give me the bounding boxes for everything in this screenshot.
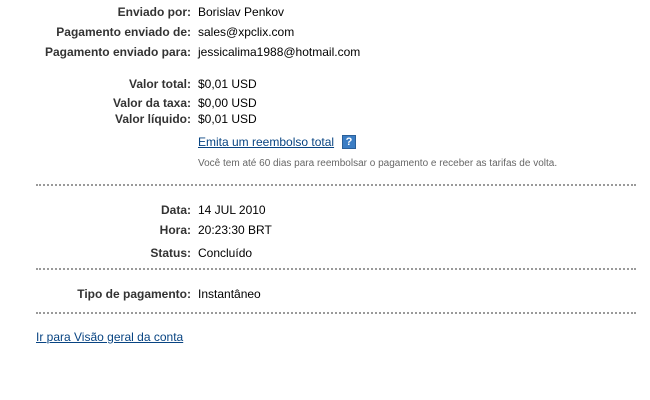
payment-type-label: Tipo de pagamento: <box>77 287 191 301</box>
sent-from-value: sales@xpclix.com <box>198 25 295 39</box>
total-amount-value: $0,01 USD <box>198 77 257 91</box>
account-overview-link[interactable]: Ir para Visão geral da conta <box>36 329 183 345</box>
divider <box>36 268 636 270</box>
time-value: 20:23:30 BRT <box>198 223 272 237</box>
issue-full-refund-link[interactable]: Emita um reembolso total <box>198 134 334 150</box>
sent-to-value: jessicalima1988@hotmail.com <box>198 45 361 59</box>
payment-type-value: Instantâneo <box>198 287 261 301</box>
sent-to-row: Pagamento enviado para: jessicalima1988@… <box>0 44 650 60</box>
date-row: Data: 14 JUL 2010 <box>0 202 650 218</box>
help-icon[interactable]: ? <box>342 135 356 149</box>
date-value: 14 JUL 2010 <box>198 203 266 217</box>
refund-note: Você tem até 60 dias para reembolsar o p… <box>198 158 558 169</box>
net-amount-value: $0,01 USD <box>198 112 257 126</box>
fee-amount-label: Valor da taxa: <box>112 96 191 110</box>
status-row: Status: Concluído <box>0 245 650 261</box>
net-amount-label: Valor líquido: <box>114 112 191 126</box>
net-amount-row: Valor líquido: $0,01 USD <box>0 111 650 127</box>
payment-type-row: Tipo de pagamento: Instantâneo <box>0 286 650 302</box>
total-amount-row: Valor total: $0,01 USD <box>0 76 650 92</box>
sent-to-label: Pagamento enviado para: <box>44 45 191 59</box>
sent-from-row: Pagamento enviado de: sales@xpclix.com <box>0 24 650 40</box>
status-label: Status: <box>150 246 191 260</box>
sent-by-value: Borislav Penkov <box>198 5 285 19</box>
sent-by-row: Enviado por: Borislav Penkov <box>0 4 650 20</box>
time-row: Hora: 20:23:30 BRT <box>0 222 650 238</box>
total-amount-label: Valor total: <box>128 77 191 91</box>
fee-amount-value: $0,00 USD <box>198 96 257 110</box>
sent-from-label: Pagamento enviado de: <box>56 25 191 39</box>
divider <box>36 184 636 186</box>
sent-by-label: Enviado por: <box>117 5 191 19</box>
time-label: Hora: <box>159 223 191 237</box>
fee-amount-row: Valor da taxa: $0,00 USD <box>0 95 650 111</box>
status-value: Concluído <box>198 246 253 260</box>
divider <box>36 312 636 314</box>
date-label: Data: <box>160 203 191 217</box>
